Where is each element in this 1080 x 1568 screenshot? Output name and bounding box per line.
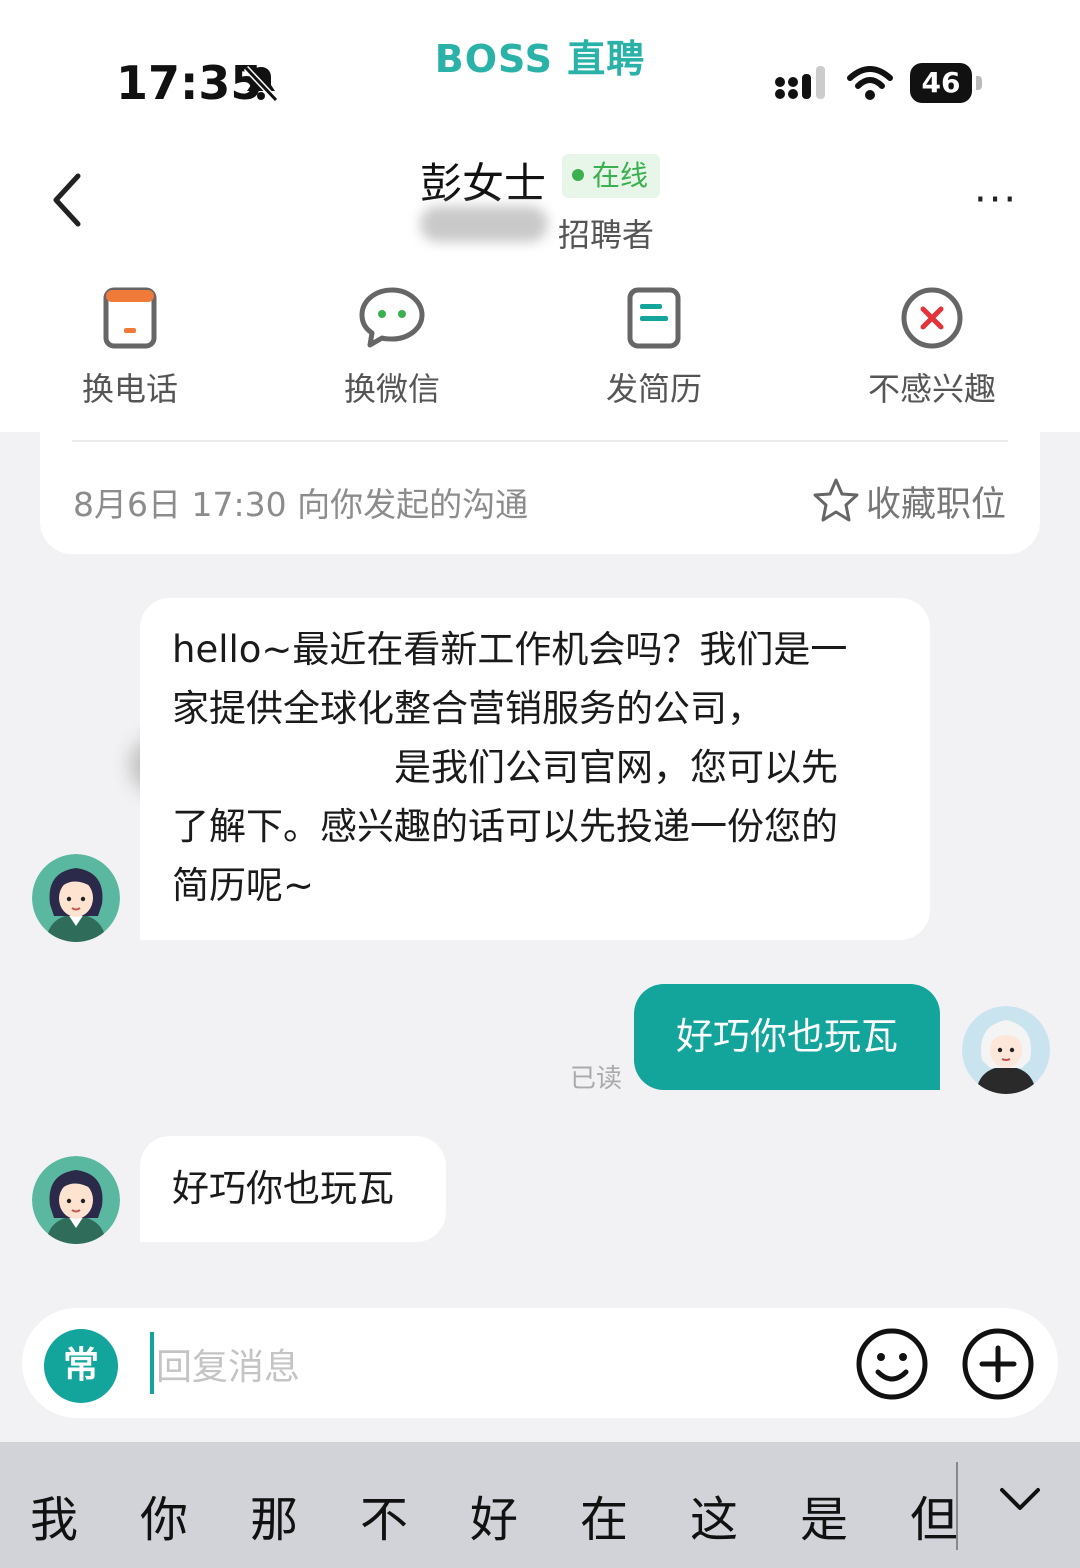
candidate-word[interactable]: 在 [574, 1480, 634, 1550]
online-dot [572, 169, 584, 181]
battery-cap [976, 76, 982, 90]
action-bar: 换电话 换微信 发简历 不感兴趣 [0, 282, 1080, 412]
emoji-icon[interactable] [854, 1326, 930, 1402]
recruiter-avatar[interactable] [32, 1156, 120, 1244]
candidate-word[interactable]: 你 [134, 1480, 194, 1550]
action-label: 换电话 [81, 370, 178, 408]
battery-indicator: 46 [910, 63, 972, 103]
reply-input-container: 常 回复消息 [22, 1308, 1058, 1418]
chat-header: BOSS 直聘 17:35 46 彭女士 在线 招聘者 ··· 换电话 换微信 … [0, 0, 1080, 432]
candidate-word[interactable]: 但 [904, 1480, 964, 1550]
redacted-company [420, 206, 548, 242]
not-interested-button[interactable]: 不感兴趣 [852, 282, 1012, 410]
not-interested-icon [901, 287, 963, 349]
online-label: 在线 [592, 159, 649, 192]
message-line: 家提供全球化整合营销服务的公司， [172, 687, 764, 730]
message-line: 是我们公司官网，您可以先 [394, 746, 838, 789]
action-label: 不感兴趣 [867, 370, 996, 408]
cell-signal-icon [775, 66, 825, 99]
card-divider [72, 440, 1008, 442]
message-line: 简历呢~ [172, 864, 315, 907]
candidate-word[interactable]: 是 [794, 1480, 854, 1550]
my-avatar[interactable] [962, 1006, 1050, 1094]
read-status: 已读 [570, 1064, 623, 1094]
chevron-down-icon[interactable] [996, 1482, 1044, 1518]
plus-icon[interactable] [960, 1326, 1036, 1402]
candidate-word[interactable]: 这 [684, 1480, 744, 1550]
message-line: 了解下。感兴趣的话可以先投递一份您的 [172, 805, 838, 848]
back-arrow-icon[interactable] [46, 170, 90, 230]
reply-input[interactable]: 回复消息 [156, 1338, 300, 1390]
job-card: 8月6日 17:30 向你发起的沟通 收藏职位 [40, 432, 1040, 554]
resume-icon [627, 287, 681, 349]
wifi-icon [847, 66, 893, 100]
recruiter-avatar-illustration [32, 1156, 120, 1244]
star-icon[interactable] [812, 476, 860, 524]
candidate-word[interactable]: 不 [354, 1480, 414, 1550]
conversation-start-info: 8月6日 17:30 向你发起的沟通 [73, 485, 529, 524]
common-phrases-button[interactable]: 常 [44, 1329, 118, 1403]
message-line: hello~最近在看新工作机会吗？我们是一 [172, 628, 848, 671]
action-label: 换微信 [343, 370, 440, 408]
candidate-separator [956, 1462, 958, 1550]
phone-icon [103, 287, 157, 349]
action-label: 发简历 [605, 370, 702, 408]
mute-bell-icon [243, 65, 279, 103]
candidate-word[interactable]: 那 [244, 1480, 304, 1550]
online-badge: 在线 [562, 154, 660, 198]
send-resume-button[interactable]: 发简历 [574, 282, 734, 410]
candidate-word[interactable]: 好 [464, 1480, 524, 1550]
more-button[interactable]: ··· [974, 180, 1018, 220]
exchange-wechat-button[interactable]: 换微信 [312, 282, 472, 410]
my-avatar-illustration [962, 1006, 1050, 1094]
contact-role: 招聘者 [558, 216, 655, 254]
recruiter-avatar-illustration [32, 854, 120, 942]
message-bubble-incoming[interactable]: hello~最近在看新工作机会吗？我们是一 家提供全球化整合营销服务的公司， 是… [140, 598, 930, 940]
candidate-word[interactable]: 我 [24, 1480, 84, 1550]
wechat-icon [359, 287, 425, 348]
recruiter-avatar[interactable] [32, 854, 120, 942]
favorite-job-button[interactable]: 收藏职位 [866, 476, 1006, 527]
input-bar: 常 回复消息 [0, 1286, 1080, 1442]
keyboard-candidate-bar: 我 你 那 不 好 在 这 是 但 [0, 1442, 1080, 1568]
exchange-phone-button[interactable]: 换电话 [50, 282, 210, 410]
contact-name: 彭女士 [420, 159, 547, 208]
message-bubble-incoming[interactable]: 好巧你也玩瓦 [140, 1136, 446, 1242]
text-cursor [150, 1332, 154, 1394]
message-bubble-outgoing[interactable]: 好巧你也玩瓦 [634, 984, 940, 1090]
